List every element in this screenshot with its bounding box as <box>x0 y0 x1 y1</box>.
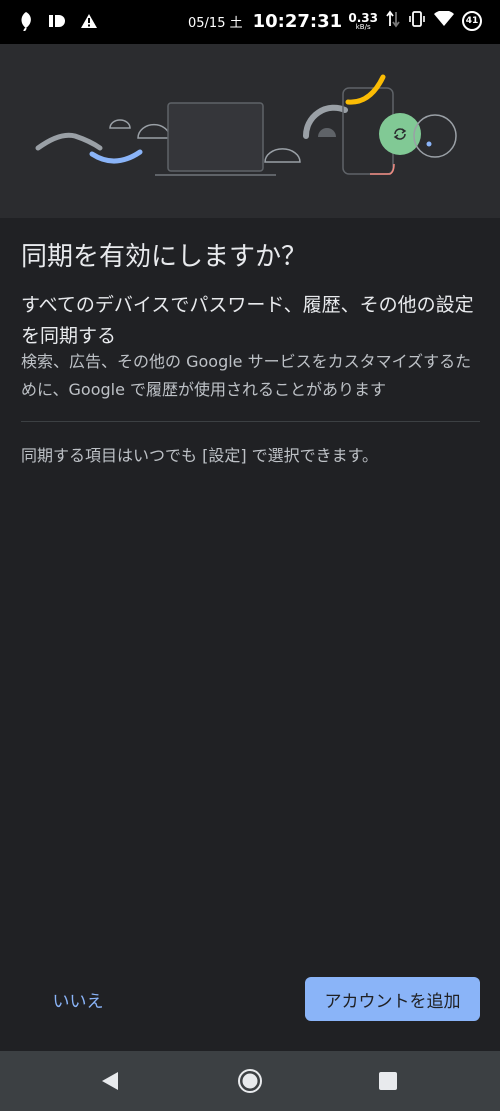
divider <box>21 421 480 422</box>
add-account-button[interactable]: アカウントを追加 <box>305 977 480 1021</box>
sync-illustration <box>0 44 500 218</box>
battery-indicator: 41 <box>462 11 482 31</box>
clock: 05/15 土 10:27:31 <box>188 11 342 32</box>
system-icons: 0.33 kB/s 41 <box>348 10 482 32</box>
wifi-icon <box>434 10 454 31</box>
settings-note: 同期する項目はいつでも [設定] で選択できます。 <box>21 446 379 465</box>
status-date: 05/15 土 <box>188 16 243 31</box>
data-arrows-icon <box>386 10 400 32</box>
dialog-title: 同期を有効にしますか？ <box>21 242 308 272</box>
sync-icon <box>391 125 409 143</box>
network-speed: 0.33 kB/s <box>348 12 378 31</box>
navigation-bar <box>0 1051 500 1111</box>
sync-description: 検索、広告、その他の Google サービスをカスタマイズするために、Googl… <box>21 352 472 399</box>
notification-icons <box>18 11 98 35</box>
id-icon <box>48 13 66 33</box>
net-speed-value: 0.33 <box>348 10 378 25</box>
sync-subtitle: すべてのデバイスでパスワード、履歴、その他の設定を同期する <box>21 294 474 347</box>
back-triangle-icon[interactable] <box>80 1051 140 1111</box>
recents-square-icon[interactable] <box>358 1051 418 1111</box>
home-circle-icon[interactable] <box>220 1051 280 1111</box>
status-time: 10:27:31 <box>252 11 343 32</box>
vibrate-icon <box>408 10 426 32</box>
status-bar: 05/15 土 10:27:31 0.33 kB/s 41 <box>0 0 500 44</box>
leaf-icon <box>18 11 34 35</box>
warning-icon <box>80 13 98 33</box>
net-speed-unit: kB/s <box>355 22 371 31</box>
no-button[interactable]: いいえ <box>34 978 122 1020</box>
